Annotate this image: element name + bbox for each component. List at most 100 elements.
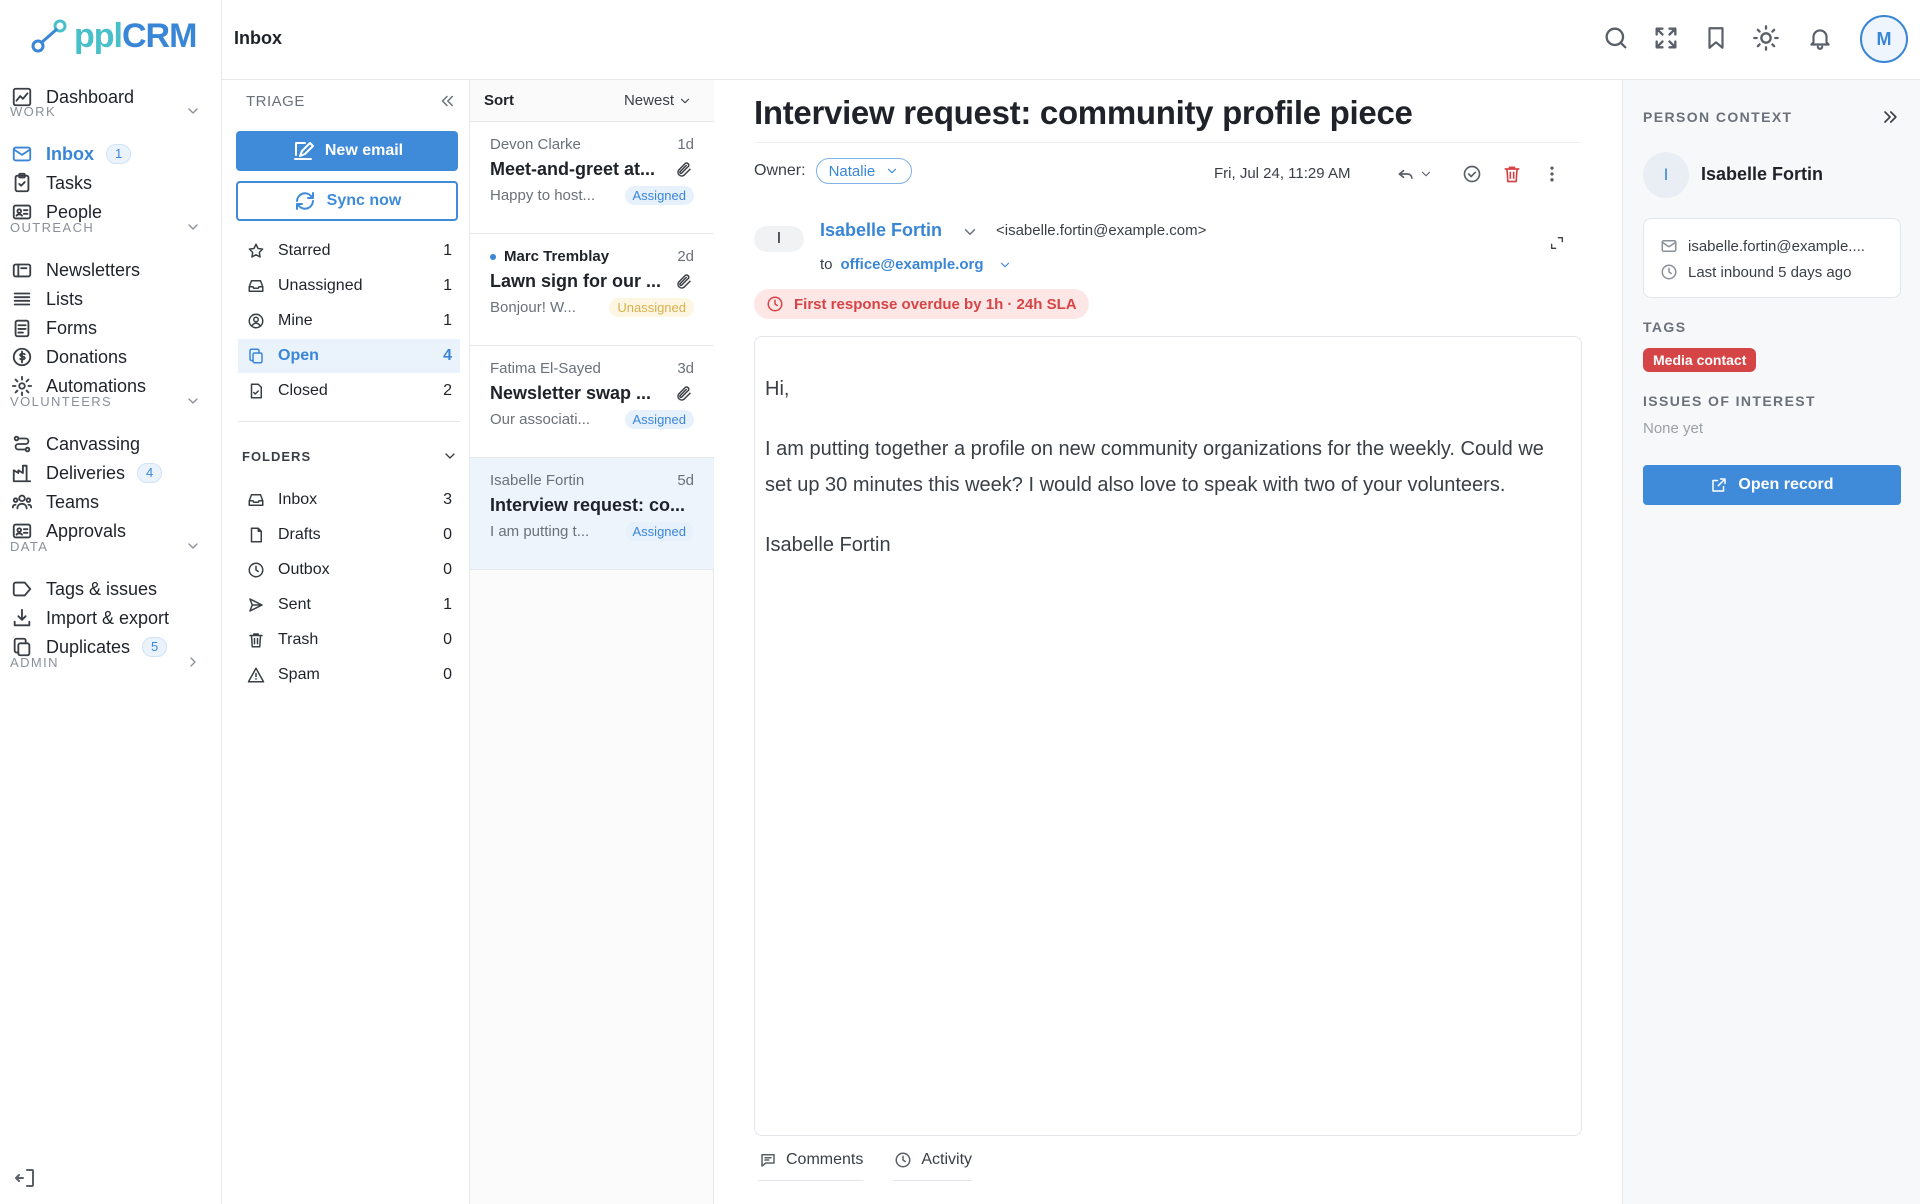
folder-sent[interactable]: Sent 1 [238,588,460,622]
folder-spam[interactable]: Spam 0 [238,658,460,692]
tag-media-contact[interactable]: Media contact [1643,348,1757,372]
tab-label: Activity [921,1151,973,1168]
new-email-button[interactable]: New email [236,131,458,171]
recipient-address[interactable]: office@example.org [841,256,984,273]
triage-panel: TRIAGE New email Sync now Starred 1 Unas… [222,80,470,1204]
section-data[interactable]: DATA [10,536,202,556]
owner-select[interactable]: Natalie [815,158,913,184]
folders-header[interactable]: FOLDERS [242,448,458,464]
sla-text: First response overdue by 1h · 24h SLA [794,295,1077,313]
email-view: Interview request: community profile pie… [714,80,1622,1204]
message-item[interactable]: Fatima El-Sayed 3d Newsletter swap ... Ou… [470,346,714,458]
tab-comments[interactable]: Comments [758,1150,864,1181]
chevron-down-icon[interactable] [1414,162,1438,186]
folder-count: 0 [443,666,452,683]
sidebar: pplCRM Dashboard WORK Inbox 1 Tasks Peop… [0,0,222,1204]
more-vertical-icon[interactable] [1540,162,1564,186]
folder-count: 0 [443,526,452,543]
section-label: ADMIN [10,654,59,670]
folder-label: Trash [278,631,319,648]
section-outreach[interactable]: OUTREACH [10,217,202,237]
section-work[interactable]: WORK [10,101,202,121]
person-contact-card: isabelle.fortin@example.... Last inbound… [1643,218,1901,298]
body-paragraph: I am putting together a profile on new c… [765,438,1544,496]
chevron-down-icon[interactable] [960,222,980,242]
sender-name[interactable]: Isabelle Fortin [820,220,942,241]
section-volunteers[interactable]: VOLUNTEERS [10,391,202,411]
route-icon [10,432,34,456]
search-icon[interactable] [1600,22,1632,54]
person-email[interactable]: isabelle.fortin@example.... [1688,238,1865,255]
star-icon [246,241,266,261]
body-greeting: Hi, [765,378,790,400]
folder-outbox[interactable]: Outbox 0 [238,553,460,587]
clock-icon [246,560,266,580]
nav-label: Forms [46,317,97,338]
folder-inbox[interactable]: Inbox 3 [238,483,460,517]
status-badge: Assigned [624,522,694,541]
filter-mine[interactable]: Mine 1 [238,304,460,338]
owner-row: Owner: Natalie [754,158,913,184]
message-item[interactable]: Devon Clarke 1d Meet-and-greet at... Happ… [470,122,714,234]
folder-label: Drafts [278,526,321,543]
tags-label: TAGS [1643,319,1687,335]
sort-label: Sort [484,92,514,109]
tag-icon [10,577,34,601]
filter-count: 1 [443,312,452,329]
divider [238,421,460,422]
message-age: 1d [677,136,694,153]
chevron-down-icon[interactable] [998,258,1012,272]
tab-activity[interactable]: Activity [893,1150,973,1181]
message-from: Devon Clarke [490,136,581,153]
filter-closed[interactable]: Closed 2 [238,374,460,408]
check-circle-icon[interactable] [1460,162,1484,186]
bell-icon[interactable] [1804,22,1836,54]
status-badge: Assigned [624,186,694,205]
logo[interactable]: pplCRM [30,16,197,56]
filter-unassigned[interactable]: Unassigned 1 [238,269,460,303]
button-label: Sync now [326,192,402,209]
expand-icon[interactable] [1546,232,1568,254]
folder-drafts[interactable]: Drafts 0 [238,518,460,552]
message-subject: Newsletter swap ... [490,383,652,403]
inbox-tray-icon [246,276,266,296]
fullscreen-icon[interactable] [1650,22,1682,54]
message-subject: Lawn sign for our ... [490,271,661,291]
top-bar: Inbox M [222,0,1920,80]
logout-icon[interactable] [12,1165,38,1191]
message-item-selected[interactable]: Isabelle Fortin 5d Interview request: co.… [470,458,714,570]
sort-dropdown[interactable]: Newest [624,92,692,109]
divider [754,142,1582,143]
inbox-tray-icon [246,490,266,510]
section-admin[interactable]: ADMIN [10,652,202,672]
sync-icon [293,189,317,213]
paperclip-icon [674,272,694,292]
nav-label: Newsletters [46,259,141,280]
sun-icon[interactable] [1750,22,1782,54]
filter-count: 1 [443,277,452,294]
trash-icon[interactable] [1500,162,1524,186]
collapse-right-icon[interactable] [1879,106,1901,128]
user-avatar[interactable]: M [1860,15,1908,63]
chevron-down-icon [184,102,202,120]
section-label: OUTREACH [10,219,95,235]
filter-open[interactable]: Open 4 [238,339,460,373]
message-item[interactable]: Marc Tremblay 2d Lawn sign for our ... Bo… [470,234,714,346]
deliveries-count-badge: 4 [137,463,163,483]
sync-now-button[interactable]: Sync now [236,181,458,221]
folders-title: FOLDERS [242,448,312,464]
message-preview: Happy to host... [490,187,596,204]
message-preview: I am putting t... [490,523,590,540]
folder-trash[interactable]: Trash 0 [238,623,460,657]
nav-label: Import & export [46,607,170,628]
collapse-left-icon[interactable] [438,92,456,110]
filter-starred[interactable]: Starred 1 [238,234,460,268]
external-link-icon [1710,476,1728,494]
bookmark-icon[interactable] [1700,22,1732,54]
send-icon [246,595,266,615]
open-record-button[interactable]: Open record [1643,465,1901,505]
filter-count: 2 [443,382,452,399]
email-body: Hi, I am putting together a profile on n… [754,336,1582,1136]
nav-label: Deliveries [46,462,126,483]
triage-header: TRIAGE [246,92,456,110]
